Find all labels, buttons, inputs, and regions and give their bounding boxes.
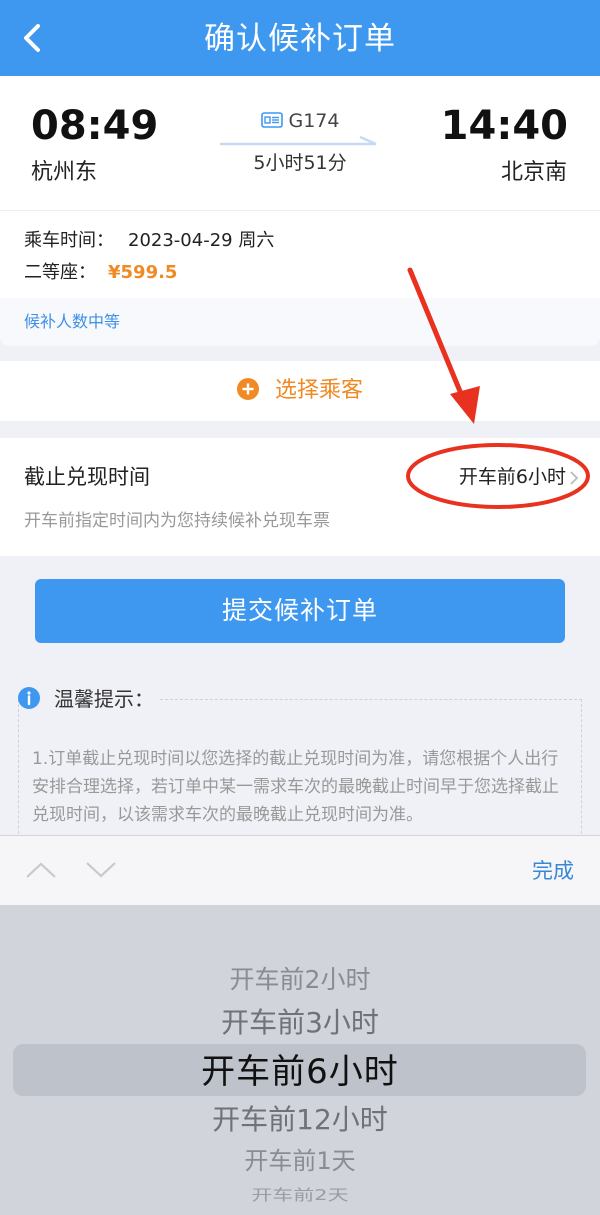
arrival-station: 北京南 bbox=[500, 160, 567, 185]
deadline-picker-wheel[interactable]: 开车前2小时 开车前3小时 开车前6小时 开车前12小时 开车前1天 开车前2天 bbox=[0, 905, 600, 1215]
tips-text: 1.订单截止兑现时间以您选择的截止兑现时间为准，请您根据个人出行安排合理选择，若… bbox=[32, 749, 559, 825]
deadline-description: 开车前指定时间内为您持续候补兑现车票 bbox=[24, 511, 330, 531]
plus-circle-icon bbox=[236, 378, 259, 400]
select-passenger-label: 选择乘客 bbox=[274, 378, 363, 403]
seat-label: 二等座： bbox=[24, 262, 96, 283]
ticket-id-icon bbox=[260, 111, 283, 128]
select-passenger-row: 选择乘客 bbox=[0, 376, 600, 406]
deadline-selector[interactable]: 开车前6小时 bbox=[459, 462, 566, 492]
deadline-card: 截止兑现时间 开车前6小时 开车前指定时间内为您持续候补兑现车票 bbox=[0, 438, 600, 556]
train-number-row: G174 bbox=[210, 108, 390, 134]
chevron-up-icon[interactable] bbox=[24, 860, 58, 880]
picker-option-selected[interactable]: 开车前6小时 bbox=[0, 1050, 600, 1094]
train-route: G174 5小时51分 bbox=[210, 108, 390, 188]
info-icon bbox=[18, 687, 40, 709]
trip-info-card: 乘车时间： 2023-04-29 周六 二等座： ¥599.5 bbox=[0, 210, 600, 298]
departure-time: 08:49 bbox=[31, 103, 159, 149]
route-arrow-icon bbox=[220, 136, 377, 146]
header-bar: 确认候补订单 bbox=[0, 0, 600, 76]
deadline-label: 截止兑现时间 bbox=[24, 465, 150, 489]
picker-option[interactable]: 开车前12小时 bbox=[0, 1101, 600, 1139]
picker-option[interactable]: 开车前3小时 bbox=[0, 1004, 600, 1042]
select-passenger-button[interactable]: 选择乘客 bbox=[0, 361, 600, 421]
arrival-time: 14:40 bbox=[440, 103, 568, 149]
picker-option[interactable]: 开车前1天 bbox=[0, 1145, 600, 1177]
tips-title: 温馨提示： bbox=[54, 687, 154, 711]
chevron-right-icon[interactable] bbox=[568, 470, 580, 486]
submit-order-button[interactable]: 提交候补订单 bbox=[35, 579, 565, 643]
page-title: 确认候补订单 bbox=[204, 21, 396, 57]
done-button[interactable]: 完成 bbox=[532, 856, 574, 886]
picker-option[interactable]: 开车前2小时 bbox=[0, 963, 600, 997]
queue-status-text: 候补人数中等 bbox=[24, 312, 121, 331]
date-label: 乘车时间： bbox=[24, 230, 114, 251]
train-number: G174 bbox=[288, 110, 340, 132]
date-row: 乘车时间： 2023-04-29 周六 bbox=[24, 228, 274, 254]
picker-toolbar: 完成 bbox=[0, 835, 600, 905]
date-value: 2023-04-29 周六 bbox=[128, 230, 275, 251]
seat-price: ¥599.5 bbox=[108, 262, 178, 283]
trip-duration: 5小时51分 bbox=[253, 152, 347, 174]
seat-row: 二等座： ¥599.5 bbox=[24, 260, 177, 286]
chevron-down-icon[interactable] bbox=[84, 860, 118, 880]
picker-option[interactable]: 开车前2天 bbox=[0, 1185, 600, 1205]
queue-status-bar: 候补人数中等 bbox=[0, 298, 600, 346]
train-info-card: 08:49 杭州东 G174 5小时51分 14:40 北京南 bbox=[0, 76, 600, 210]
departure-station: 杭州东 bbox=[31, 160, 98, 185]
